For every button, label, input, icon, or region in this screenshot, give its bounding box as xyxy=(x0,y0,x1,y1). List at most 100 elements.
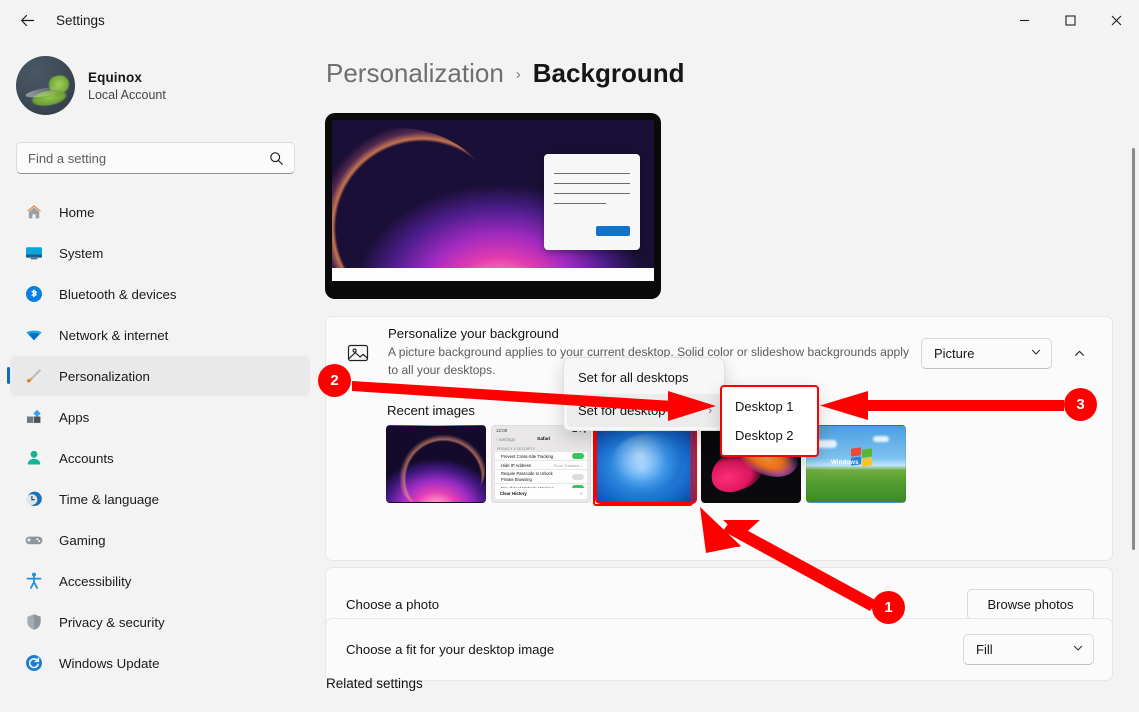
menu-item-set-for-all-desktops[interactable]: Set for all desktops xyxy=(567,361,721,394)
person-icon xyxy=(24,448,44,468)
recent-images-label: Recent images xyxy=(387,403,475,418)
thumbnail-bloom-wallpaper[interactable] xyxy=(386,425,486,503)
sidebar-item-home[interactable]: Home xyxy=(10,192,310,232)
clock-globe-icon xyxy=(24,489,44,509)
sidebar-item-system[interactable]: System xyxy=(10,233,310,273)
chevron-down-icon xyxy=(1072,642,1084,657)
sidebar-item-personalization[interactable]: Personalization xyxy=(7,356,310,396)
maximize-icon xyxy=(1064,14,1076,26)
search-box[interactable] xyxy=(16,142,295,174)
sidebar-item-accounts[interactable]: Accounts xyxy=(10,438,310,478)
sidebar-item-label: Gaming xyxy=(59,532,106,548)
maximize-button[interactable] xyxy=(1047,0,1093,40)
background-type-dropdown[interactable]: Picture xyxy=(921,337,1052,369)
wallpaper-preview xyxy=(332,120,654,281)
bluetooth-icon xyxy=(24,284,44,304)
sidebar-item-accessibility[interactable]: Accessibility xyxy=(10,561,310,601)
content-scrollbar[interactable] xyxy=(1132,148,1135,550)
breadcrumb-separator: › xyxy=(515,66,521,83)
sidebar-item-privacy-security[interactable]: Privacy & security xyxy=(10,602,310,642)
sidebar-item-label: Bluetooth & devices xyxy=(59,286,177,302)
annotation-marker-1: 1 xyxy=(872,591,905,624)
title-bar: Settings xyxy=(0,0,1139,40)
breadcrumb-parent[interactable]: Personalization xyxy=(326,58,504,89)
content-area: Personalization › Background Personalize… xyxy=(320,40,1139,712)
preview-dialog xyxy=(544,154,640,250)
personalize-title: Personalize your background xyxy=(388,326,559,342)
preview-dialog-button xyxy=(596,226,630,236)
page-title: Background xyxy=(532,58,685,88)
sidebar-item-label: Accessibility xyxy=(59,573,132,589)
sidebar-item-network-internet[interactable]: Network & internet xyxy=(10,315,310,355)
sidebar-item-label: Windows Update xyxy=(59,655,160,671)
related-settings-label: Related settings xyxy=(326,676,423,691)
submenu-item-desktop-2[interactable]: Desktop 2 xyxy=(722,421,817,450)
set-for-desktop-submenu: Desktop 1 Desktop 2 xyxy=(720,385,819,457)
desktop-preview xyxy=(325,113,661,299)
sidebar-item-label: Apps xyxy=(59,409,90,425)
back-arrow-icon xyxy=(20,14,34,26)
minimize-icon xyxy=(1019,19,1029,21)
preview-taskbar xyxy=(332,268,654,281)
fit-value: Fill xyxy=(976,642,993,657)
menu-item-set-for-desktop[interactable]: Set for desktop › xyxy=(567,394,721,427)
chevron-right-icon: › xyxy=(708,404,712,417)
sidebar-item-bluetooth-devices[interactable]: Bluetooth & devices xyxy=(10,274,310,314)
annotation-marker-2: 2 xyxy=(318,364,351,397)
fit-settings-card: Choose a fit for your desktop image Fill xyxy=(325,618,1113,681)
menu-item-label: Set for desktop xyxy=(578,403,666,418)
sidebar-item-time-language[interactable]: Time & language xyxy=(10,479,310,519)
system-monitor-icon xyxy=(24,243,44,263)
avatar xyxy=(16,56,75,115)
sidebar-item-label: Accounts xyxy=(59,450,114,466)
sidebar-item-apps[interactable]: Apps xyxy=(10,397,310,437)
sidebar-item-label: Home xyxy=(59,204,95,220)
close-icon xyxy=(1111,15,1121,25)
window-title: Settings xyxy=(56,12,105,28)
shield-icon xyxy=(24,612,44,632)
expand-collapse-button[interactable] xyxy=(1064,338,1094,368)
sidebar-item-label: System xyxy=(59,245,104,261)
set-background-context-menu: Set for all desktops Set for desktop › xyxy=(563,357,725,431)
gamepad-icon xyxy=(24,530,44,550)
personalize-background-card: Personalize your background A picture ba… xyxy=(325,316,1113,561)
thumbnail-windows-11-bloom[interactable] xyxy=(595,424,697,504)
chevron-down-icon xyxy=(1030,346,1042,361)
sidebar-item-label: Privacy & security xyxy=(59,614,165,630)
recent-images-list: 12:00 ▬ ❖ ▮ ‹ Settings Safari PRIVACY & … xyxy=(386,424,906,504)
sidebar-item-gaming[interactable]: Gaming xyxy=(10,520,310,560)
windows-xp-logo-icon xyxy=(841,447,872,470)
submenu-item-desktop-1[interactable]: Desktop 1 xyxy=(722,392,817,421)
paintbrush-icon xyxy=(24,366,44,386)
wifi-icon xyxy=(24,325,44,345)
chevron-up-icon xyxy=(1074,350,1084,356)
close-button[interactable] xyxy=(1093,0,1139,40)
window-controls xyxy=(1001,0,1139,40)
background-type-value: Picture xyxy=(934,345,975,361)
search-icon xyxy=(269,151,284,171)
update-refresh-icon xyxy=(24,653,44,673)
sidebar-nav: Home System Bluetooth & devices Network … xyxy=(0,192,320,683)
apps-icon xyxy=(24,407,44,427)
sidebar-item-label: Network & internet xyxy=(59,327,169,343)
search-input[interactable] xyxy=(17,143,253,173)
home-icon xyxy=(24,202,44,222)
settings-window: Settings Equinox Local Account Find a se… xyxy=(0,0,1139,712)
choose-fit-row: Choose a fit for your desktop image Fill xyxy=(326,619,1112,680)
back-button[interactable] xyxy=(10,4,44,36)
sidebar-item-windows-update[interactable]: Windows Update xyxy=(10,643,310,683)
fit-dropdown[interactable]: Fill xyxy=(963,634,1094,665)
menu-item-label: Set for all desktops xyxy=(578,370,689,385)
choose-fit-label: Choose a fit for your desktop image xyxy=(346,642,555,657)
minimize-button[interactable] xyxy=(1001,0,1047,40)
sidebar-item-label: Time & language xyxy=(59,491,160,507)
thumbnail-windows-xp-bliss[interactable]: Windows xyxy=(806,425,906,503)
sidebar-item-label: Personalization xyxy=(59,368,150,384)
account-type: Local Account xyxy=(88,87,166,102)
account-section[interactable]: Equinox Local Account xyxy=(0,40,320,115)
thumbnail-ios-safari-settings[interactable]: 12:00 ▬ ❖ ▮ ‹ Settings Safari PRIVACY & … xyxy=(491,425,591,503)
accessibility-icon xyxy=(24,571,44,591)
browse-photos-button[interactable]: Browse photos xyxy=(967,588,1094,620)
picture-icon xyxy=(346,341,370,365)
annotation-marker-3: 3 xyxy=(1064,388,1097,421)
